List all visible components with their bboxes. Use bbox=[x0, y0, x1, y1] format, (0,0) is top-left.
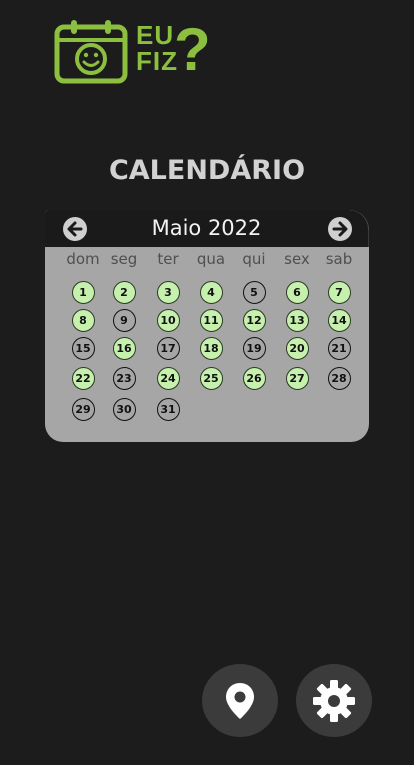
calendar-day[interactable]: 17 bbox=[156, 336, 180, 360]
calendar-day[interactable]: 18 bbox=[199, 336, 223, 360]
calendar-day[interactable]: 4 bbox=[199, 280, 223, 304]
calendar-day[interactable]: 8 bbox=[71, 308, 95, 332]
calendar-day[interactable]: 26 bbox=[242, 366, 266, 390]
calendar-day[interactable]: 19 bbox=[242, 336, 266, 360]
app-logo: EU FIZ ? bbox=[54, 16, 214, 86]
settings-button[interactable] bbox=[296, 664, 372, 737]
calendar-day[interactable]: 20 bbox=[285, 336, 309, 360]
logo-question-mark: ? bbox=[174, 16, 211, 83]
calendar-day[interactable]: 23 bbox=[112, 366, 136, 390]
calendar-day[interactable]: 3 bbox=[156, 280, 180, 304]
calendar-day[interactable]: 29 bbox=[71, 397, 95, 421]
calendar-day[interactable]: 5 bbox=[242, 280, 266, 304]
calendar-day[interactable]: 12 bbox=[242, 308, 266, 332]
calendar-day[interactable]: 2 bbox=[112, 280, 136, 304]
calendar: Maio 2022 dom seg ter qua qui sex sab 12345678… bbox=[45, 210, 369, 442]
calendar-day[interactable]: 1 bbox=[71, 280, 95, 304]
calendar-day[interactable]: 9 bbox=[112, 308, 136, 332]
calendar-day[interactable]: 28 bbox=[327, 366, 351, 390]
location-button[interactable] bbox=[202, 664, 278, 737]
calendar-day[interactable]: 16 bbox=[112, 336, 136, 360]
calendar-day[interactable]: 25 bbox=[199, 366, 223, 390]
calendar-day[interactable]: 30 bbox=[112, 397, 136, 421]
calendar-day[interactable]: 15 bbox=[71, 336, 95, 360]
calendar-day[interactable]: 6 bbox=[285, 280, 309, 304]
calendar-day[interactable]: 22 bbox=[71, 366, 95, 390]
smiley-calendar-icon bbox=[54, 20, 128, 84]
gear-icon bbox=[313, 679, 355, 722]
page-title: CALENDÁRIO bbox=[108, 155, 306, 186]
calendar-day[interactable]: 24 bbox=[156, 366, 180, 390]
logo-line-2: FIZ bbox=[136, 46, 178, 76]
logo-line-1: EU bbox=[136, 20, 175, 50]
day-grid: 1 2 3 4 5 6 7 8 9 10 11 12 13 14 15 16 17 18 19 20 21 22 23 24 2… bbox=[45, 210, 369, 442]
calendar-day[interactable]: 27 bbox=[285, 366, 309, 390]
calendar-day[interactable]: 10 bbox=[156, 308, 180, 332]
calendar-day[interactable]: 31 bbox=[156, 397, 180, 421]
calendar-day[interactable]: 11 bbox=[199, 308, 223, 332]
calendar-day[interactable]: 13 bbox=[285, 308, 309, 332]
calendar-day[interactable]: 7 bbox=[327, 280, 351, 304]
location-pin-icon bbox=[226, 682, 254, 719]
logo-wordmark: EU FIZ bbox=[136, 22, 178, 74]
calendar-day[interactable]: 14 bbox=[327, 308, 351, 332]
calendar-day[interactable]: 21 bbox=[327, 336, 351, 360]
